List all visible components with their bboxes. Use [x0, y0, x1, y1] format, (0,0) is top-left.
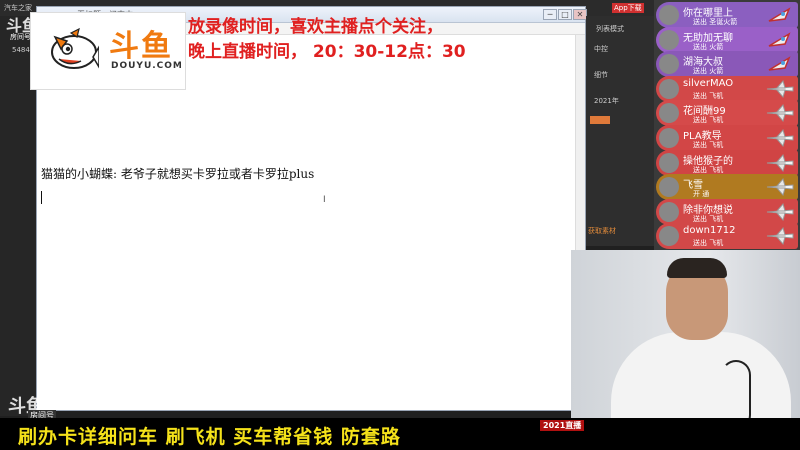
maximize-button[interactable]: □	[558, 9, 572, 20]
avatar[interactable]	[659, 29, 679, 50]
gift-description: 送出 火箭	[693, 42, 724, 51]
gift-description: 送出 飞机	[693, 214, 724, 223]
avatar[interactable]	[659, 177, 679, 198]
avatar[interactable]	[659, 5, 679, 25]
plane-icon	[766, 104, 794, 123]
webcam-feed	[571, 250, 800, 422]
gift-description: 送出 圣诞火箭	[693, 18, 738, 26]
microphone-cable	[721, 360, 751, 422]
plane-icon	[766, 227, 794, 246]
plane-icon	[766, 202, 794, 221]
panel-label: 获取素材	[588, 227, 616, 235]
gift-description: 送出 飞机	[693, 91, 724, 100]
stream-screen: 汽车之家 App下载 斗鱼 房间号 5484 无标题 - 记事本 ─ □ ✕ 猫…	[0, 0, 800, 450]
gift-item: 你在哪里上 送出 圣诞火箭	[656, 2, 798, 28]
plane-icon	[766, 128, 794, 148]
corner-room-label-top: 房间号	[10, 33, 31, 41]
plane-icon	[766, 79, 794, 98]
rocket-icon	[768, 31, 791, 47]
banner-tag: 2021直播	[540, 420, 585, 431]
gift-description: 送出 飞机	[693, 239, 724, 248]
gift-item: 操他猴子的 送出 飞机	[656, 149, 798, 176]
banner-text: 刷办卡详细问车 刷飞机 买车帮省钱 防套路	[18, 426, 401, 448]
avatar[interactable]	[659, 54, 679, 75]
plane-icon	[766, 153, 794, 172]
gift-description: 送出 飞机	[693, 116, 724, 125]
announcement-line-2: 晚上直播时间， 20：30-12点：30	[188, 42, 466, 62]
avatar[interactable]	[659, 103, 679, 124]
bottom-banner: 刷办卡详细问车 刷飞机 买车帮省钱 防套路 2021直播	[0, 418, 800, 450]
logo-text-en: DOUYU.COM	[111, 61, 183, 71]
panel-orange-chip	[590, 116, 610, 124]
rocket-icon	[768, 56, 791, 71]
background-app-panel: 列表模式 中控 细节 2021年 获取素材	[586, 16, 654, 246]
douyu-logo: 斗鱼 DOUYU.COM	[30, 12, 186, 90]
gift-description: 送出 火箭	[693, 67, 724, 76]
gift-item: down1712 送出 飞机	[656, 223, 798, 250]
gift-feed: 你在哪里上 送出 圣诞火箭 无助加无聊 送出 火箭 湖海大叔 送出 火箭 silverMAO…	[654, 0, 800, 250]
announcement-line-1: 放录像时间，喜欢主播点个关注，	[188, 17, 443, 37]
close-button[interactable]: ✕	[573, 9, 587, 20]
gift-description: 送出 飞机	[693, 141, 724, 149]
chat-message-line: 猫猫的小蝴蝶: 老爷子就想买卡罗拉或者卡罗拉plus	[41, 167, 315, 181]
gift-item: silverMAO 送出 飞机	[656, 75, 798, 102]
gift-item: 花间酬99 送出 飞机	[656, 100, 798, 127]
gift-sender-name[interactable]: silverMAO	[683, 78, 733, 89]
avatar[interactable]	[659, 128, 679, 148]
gift-description: 送出 飞机	[693, 165, 724, 174]
panel-label: 中控	[594, 45, 608, 53]
avatar[interactable]	[659, 152, 679, 173]
gift-item: 除非你想说 送出 飞机	[656, 198, 798, 225]
streamer-hair	[667, 258, 727, 278]
avatar[interactable]	[659, 78, 679, 99]
desktop-topright-text[interactable]: App下载	[612, 3, 644, 13]
gift-item: 无助加无聊 送出 火箭	[656, 26, 798, 53]
gift-item: 湖海大叔 送出 火箭	[656, 51, 798, 78]
avatar[interactable]	[659, 201, 679, 222]
panel-label: 2021年	[594, 97, 619, 105]
gift-sender-name[interactable]: down1712	[683, 225, 735, 236]
panel-label: 列表模式	[596, 25, 624, 33]
corner-room-number-top: 5484	[12, 46, 30, 54]
avatar[interactable]	[659, 226, 679, 247]
minimize-button[interactable]: ─	[543, 9, 557, 20]
ibeam-cursor-icon: I	[323, 195, 326, 205]
gift-item: PLA教导 送出 飞机	[656, 125, 798, 151]
text-caret	[41, 191, 42, 204]
panel-label: 细节	[594, 71, 608, 79]
gift-description: 开 通	[693, 190, 710, 199]
plane-icon	[766, 178, 794, 197]
fish-mascot-icon	[51, 27, 99, 69]
gift-item: 飞雪开 通	[656, 174, 798, 201]
logo-text-cn: 斗鱼	[109, 29, 173, 64]
notepad-text-area[interactable]: 猫猫的小蝴蝶: 老爷子就想买卡罗拉或者卡罗拉plus I	[37, 35, 585, 410]
rocket-icon	[768, 7, 791, 22]
